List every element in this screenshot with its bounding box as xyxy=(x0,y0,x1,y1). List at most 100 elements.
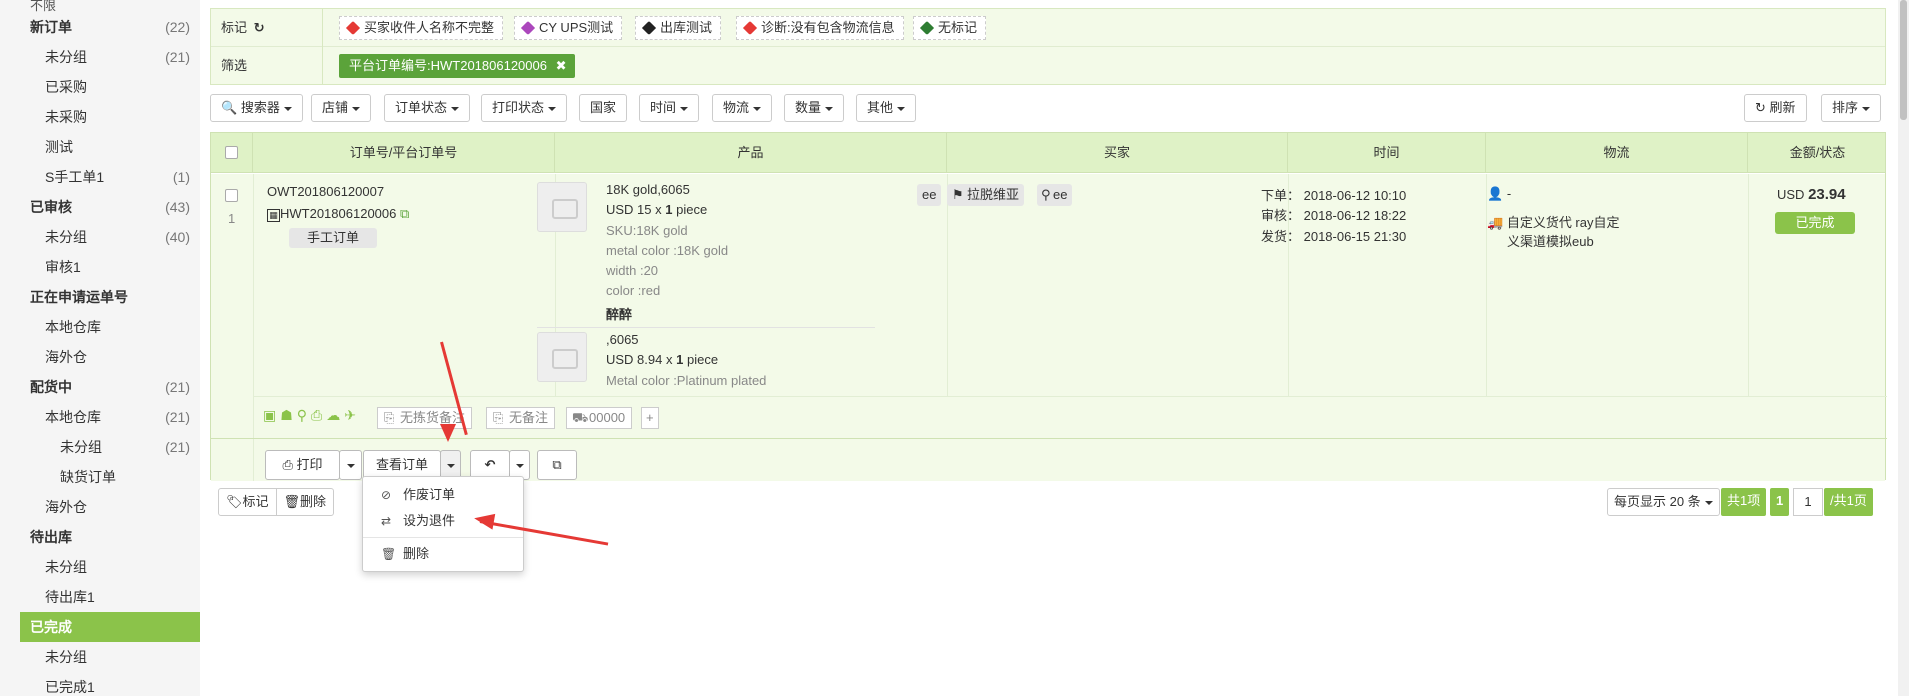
menu-label: 删除 xyxy=(403,546,430,561)
sidebar-item[interactable]: 海外仓 xyxy=(20,342,200,372)
buyer-country: 拉脱维亚 xyxy=(967,187,1020,202)
sidebar-item-count: (21) xyxy=(165,439,190,455)
set-return-menu-item[interactable]: ⇄ 设为退件 xyxy=(363,509,523,533)
order-quick-icons[interactable]: ▣☗⚲⎙☁✈ xyxy=(263,407,360,424)
delete-menu-item[interactable]: 🗑 删除 xyxy=(363,542,523,566)
btn-label: 时间 xyxy=(650,100,677,115)
sidebar-item[interactable]: 审核1 xyxy=(20,252,200,282)
quantity-button[interactable]: 数量 xyxy=(784,94,845,122)
sidebar-item-count: (21) xyxy=(165,409,190,425)
store-button[interactable]: 店铺 xyxy=(311,94,372,122)
active-filter-chip[interactable]: 平台订单编号:HWT201806120006 ✖ xyxy=(339,54,575,78)
copy-button[interactable]: ⧉ xyxy=(537,450,577,480)
sidebar-item[interactable]: 已采购 xyxy=(20,72,200,102)
ship-time: 发货： 2018-06-15 21:30 xyxy=(1261,229,1407,244)
audit-time: 审核： 2018-06-12 18:22 xyxy=(1261,208,1407,223)
pick-note-label: 无拣货备注 xyxy=(400,410,466,425)
sidebar-item-label: 本地仓库 xyxy=(45,319,101,335)
currency: USD xyxy=(1777,187,1805,202)
sidebar-item[interactable]: 配货中 (21) xyxy=(20,372,200,402)
time-button[interactable]: 时间 xyxy=(639,94,700,122)
tag-outbound-test[interactable]: 出库测试 xyxy=(635,16,722,40)
order-number[interactable]: OWT201806120007 xyxy=(267,184,384,199)
bulk-delete-button[interactable]: 🗑删除 xyxy=(277,489,334,515)
sidebar-item[interactable]: 未分组 xyxy=(20,552,200,582)
logistics-channel-cont: 义渠道模拟eub xyxy=(1507,234,1594,249)
sidebar-item[interactable]: 待出库 xyxy=(20,522,200,552)
note-button[interactable]: ⎘ 无备注 xyxy=(486,407,556,429)
filter-panel: 标记 ↻ 买家收件人名称不完整 CY UPS测试 出库测试 诊断:没有包含物流信… xyxy=(210,8,1886,85)
tracking-number: 00000 xyxy=(589,410,626,425)
sidebar-item-label: 审核1 xyxy=(45,259,81,275)
sidebar-item[interactable]: 已完成1 xyxy=(20,672,200,696)
sidebar-item[interactable]: 未采购 xyxy=(20,102,200,132)
scrollbar[interactable] xyxy=(1898,0,1909,696)
tag-buyer-name-incomplete[interactable]: 买家收件人名称不完整 xyxy=(339,16,504,40)
tag-cy-ups[interactable]: CY UPS测试 xyxy=(514,16,623,40)
sidebar-item[interactable]: 已完成 xyxy=(20,612,200,642)
print-button[interactable]: ⎙ 打印 xyxy=(265,450,340,480)
sidebar-item[interactable]: 未分组 (40) xyxy=(20,222,200,252)
sidebar-item[interactable]: 本地仓库 xyxy=(20,312,200,342)
sidebar-item[interactable]: 海外仓 xyxy=(20,492,200,522)
product-image-placeholder[interactable] xyxy=(537,332,587,382)
void-order-menu-item[interactable]: ⊘ 作废订单 xyxy=(363,483,523,507)
scrollbar-thumb[interactable] xyxy=(1900,0,1907,120)
other-button[interactable]: 其他 xyxy=(856,94,917,122)
sidebar-item[interactable]: 待出库1 xyxy=(20,582,200,612)
sidebar-item[interactable]: 未分组 (21) xyxy=(20,432,200,462)
sidebar-item[interactable]: S手工单1 (1) xyxy=(20,162,200,192)
sidebar-item[interactable]: 正在申请运单号 xyxy=(20,282,200,312)
menu-label: 作废订单 xyxy=(403,487,456,502)
current-page-button[interactable]: 1 xyxy=(1770,488,1790,516)
sidebar-item[interactable]: 未分组 (21) xyxy=(20,42,200,72)
tag-label: 无标记 xyxy=(938,20,978,35)
tag-icon xyxy=(919,20,935,36)
per-page-select[interactable]: 每页显示 20 条 xyxy=(1607,488,1720,516)
page-input[interactable]: 1 xyxy=(1793,488,1823,516)
sidebar-item-label: 已采购 xyxy=(45,79,87,95)
product-price-line: USD 15 x 1 piece xyxy=(606,202,708,217)
logistics-person-line: 👤 - xyxy=(1487,186,1511,202)
sidebar-item[interactable]: 已审核 (43) xyxy=(20,192,200,222)
print-dropdown-toggle[interactable] xyxy=(339,450,362,480)
sidebar-item[interactable]: 测试 xyxy=(20,132,200,162)
product-image-placeholder[interactable] xyxy=(537,182,587,232)
bulk-mark-button[interactable]: 🏷标记 xyxy=(219,489,277,515)
refresh-button[interactable]: ↻ 刷新 xyxy=(1744,94,1807,122)
sort-button[interactable]: 排序 xyxy=(1821,94,1882,122)
close-icon[interactable]: ✖ xyxy=(556,58,567,73)
amount-line: USD 23.94 xyxy=(1777,186,1846,203)
btn-label: 国家 xyxy=(590,100,617,115)
print-status-button[interactable]: 打印状态 xyxy=(481,94,568,122)
row-checkbox[interactable] xyxy=(225,189,238,202)
sidebar-item[interactable]: 本地仓库 (21) xyxy=(20,402,200,432)
select-all-checkbox[interactable] xyxy=(225,146,238,159)
caret-down-icon xyxy=(446,463,455,468)
row-index: 1 xyxy=(228,211,236,226)
sidebar-item-label: 已完成 xyxy=(30,619,72,635)
country-button[interactable]: 国家 xyxy=(579,94,628,122)
caret-down-icon xyxy=(753,106,762,111)
add-tracking-button[interactable]: + xyxy=(641,407,659,429)
product-unit: piece xyxy=(676,202,708,217)
searcher-button[interactable]: 🔍 搜索器 xyxy=(210,94,303,122)
sidebar-item[interactable]: 未分组 xyxy=(20,642,200,672)
caret-down-icon xyxy=(680,106,689,111)
tag-diagnosis[interactable]: 诊断:没有包含物流信息 xyxy=(736,16,904,40)
tag-label: CY UPS测试 xyxy=(539,20,614,35)
platform-order-number[interactable]: HWT201806120006 xyxy=(280,206,396,221)
ban-icon: ⊘ xyxy=(381,488,392,502)
tag-unmarked[interactable]: 无标记 xyxy=(913,16,987,40)
logistics-button[interactable]: 物流 xyxy=(712,94,773,122)
sidebar-item-count: (22) xyxy=(165,19,190,35)
print-icon: ⎙ xyxy=(282,457,293,472)
tracking-button[interactable]: ⛟ 00000 xyxy=(566,407,633,429)
order-status-button[interactable]: 订单状态 xyxy=(384,94,471,122)
bookmark-icon: ⎘ xyxy=(493,410,504,425)
refresh-icon[interactable]: ↻ xyxy=(254,20,265,35)
sidebar-item-unlimited[interactable]: 不限 xyxy=(0,0,200,12)
external-link-icon[interactable]: ⧉ xyxy=(400,206,409,221)
sidebar-item[interactable]: 缺货订单 xyxy=(20,462,200,492)
sidebar-item[interactable]: 新订单 (22) xyxy=(20,12,200,42)
